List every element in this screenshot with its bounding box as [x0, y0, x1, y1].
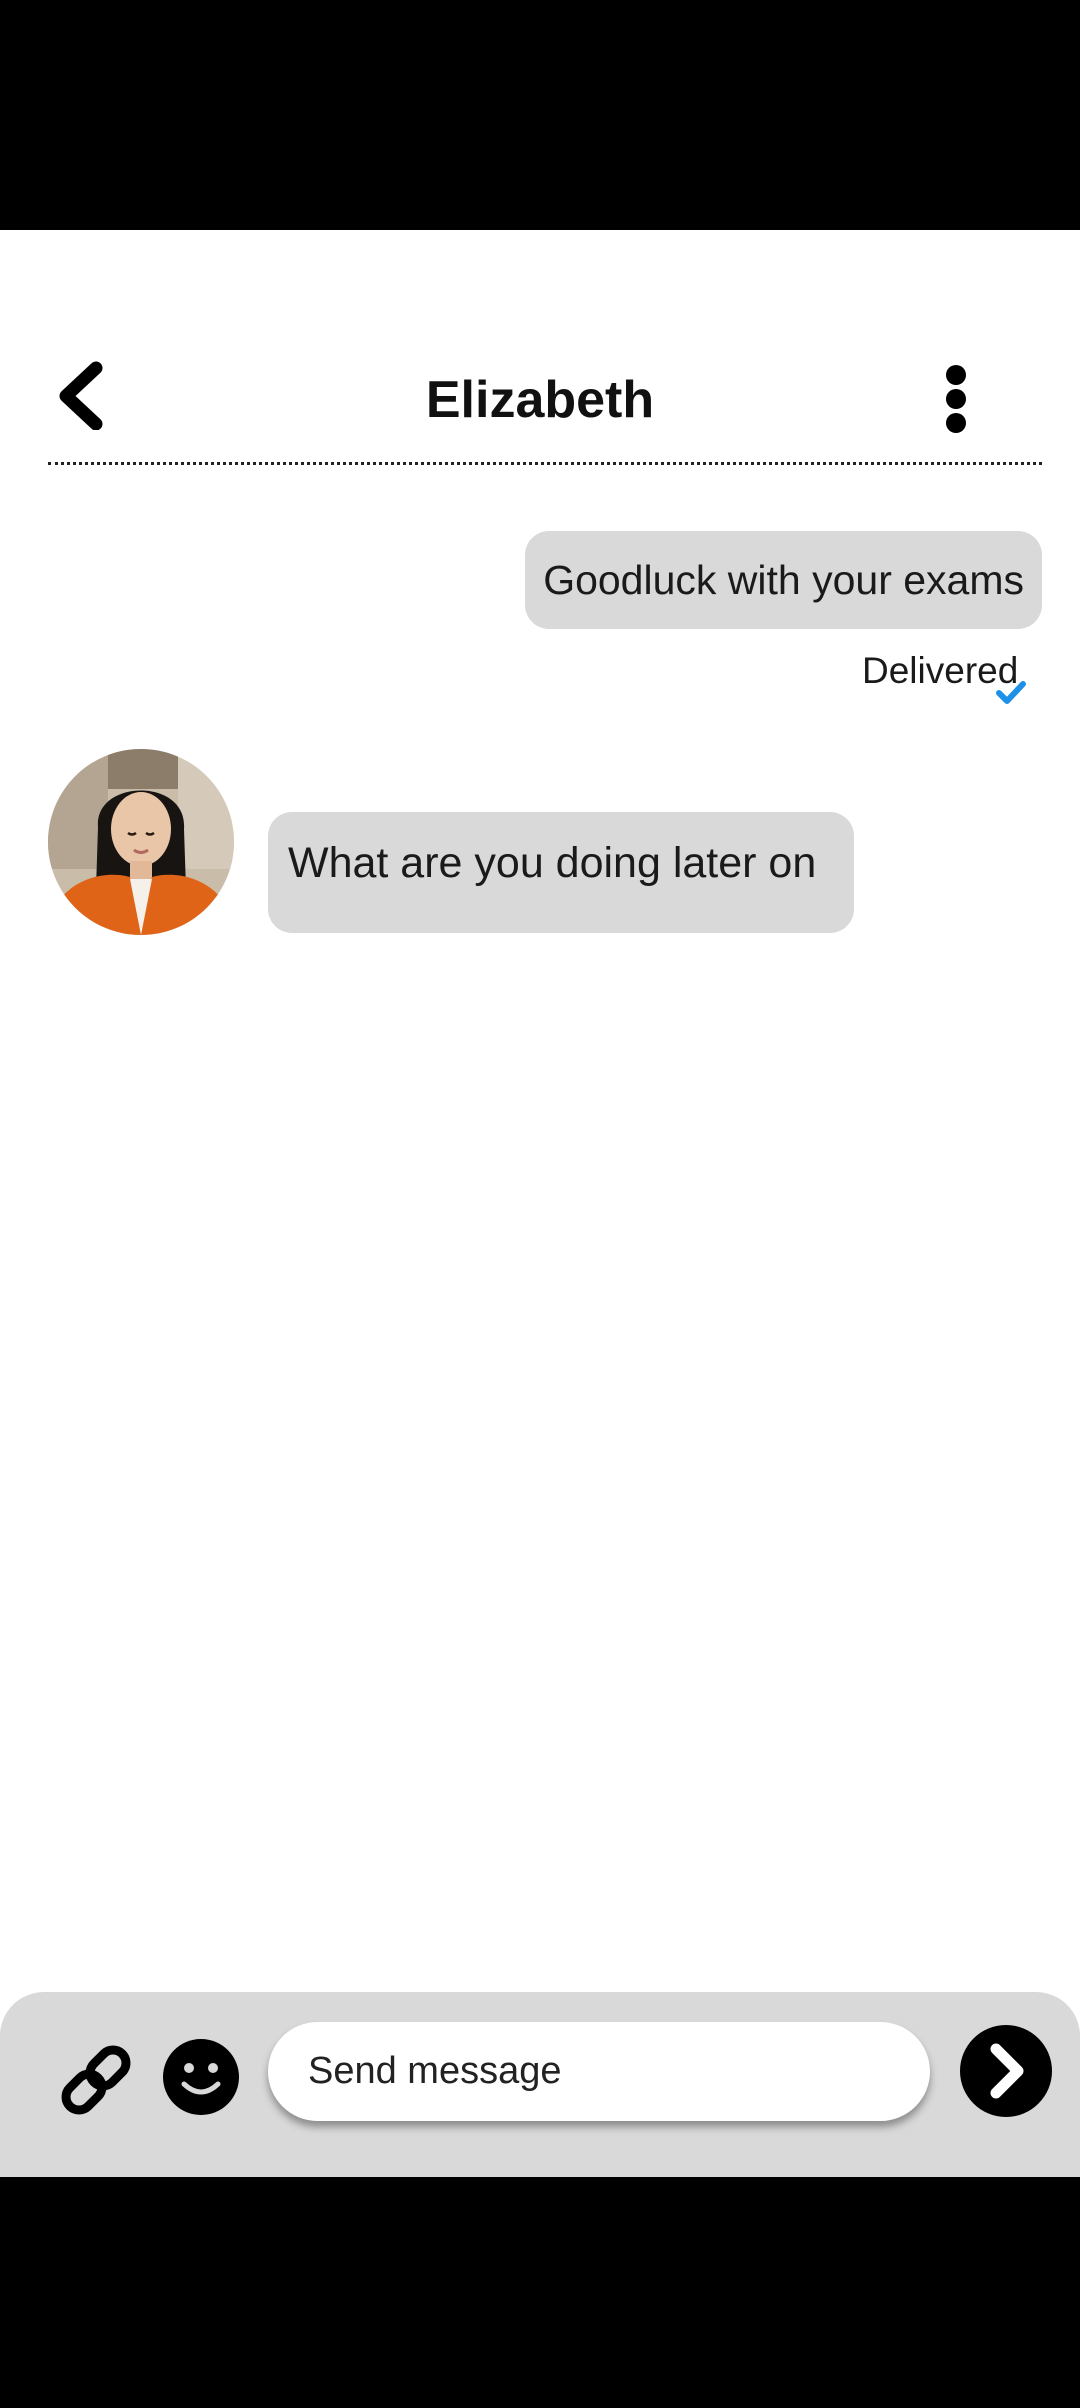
navigation-bar-area [0, 2177, 1080, 2408]
avatar[interactable] [48, 749, 234, 935]
header-divider [48, 462, 1042, 465]
emoji-button[interactable] [162, 2038, 240, 2116]
contact-name: Elizabeth [425, 371, 655, 429]
message-input[interactable] [268, 2022, 930, 2121]
avatar-photo [48, 749, 234, 935]
status-bar-area [0, 0, 1080, 230]
smiley-icon [163, 2039, 239, 2115]
link-icon [61, 2045, 131, 2115]
outgoing-message-bubble[interactable]: Goodluck with your exams [525, 531, 1042, 629]
more-options-button[interactable] [936, 364, 976, 434]
chevron-right-icon [990, 2043, 1024, 2099]
chat-header: Elizabeth [0, 230, 1080, 465]
attach-link-button[interactable] [56, 2040, 136, 2120]
more-vertical-icon [946, 365, 966, 433]
incoming-message-bubble[interactable]: What are you doing later on [268, 812, 854, 933]
send-button[interactable] [960, 2025, 1052, 2117]
check-icon [996, 681, 1026, 704]
delivery-status: Delivered [862, 650, 1019, 691]
chat-screen: Elizabeth Goodluck with your exams Deliv… [0, 230, 1080, 2177]
